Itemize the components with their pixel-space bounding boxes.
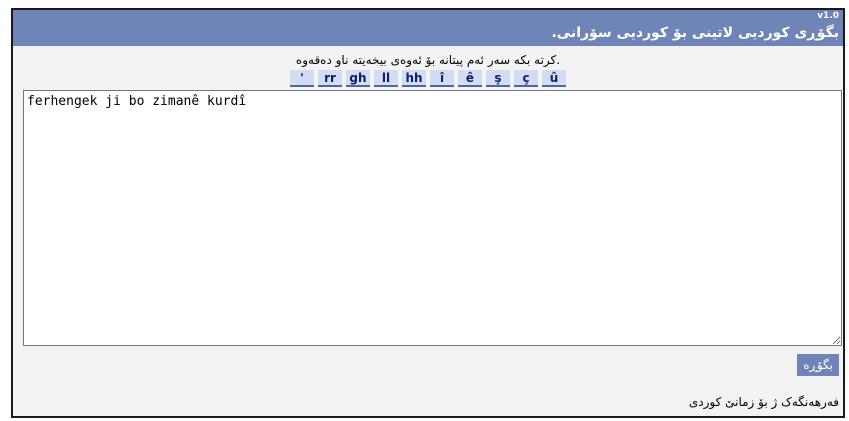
- char-button-i-circumflex[interactable]: î: [430, 70, 454, 87]
- version-label: v1.0: [817, 11, 839, 21]
- char-button-rr[interactable]: rr: [318, 70, 342, 87]
- converter-panel: v1.0 بگۆڕی کوردیی لاتینی بۆ کوردیی سۆران…: [11, 8, 845, 418]
- instructions-text: .کرته بکه سەر ئەم پیتانه بۆ ئەوەی بیخەیت…: [295, 53, 561, 67]
- char-button-c-cedilla[interactable]: ç: [514, 70, 538, 87]
- convert-button[interactable]: بگۆڕە: [797, 354, 839, 376]
- title-bar: v1.0 بگۆڕی کوردیی لاتینی بۆ کوردیی سۆران…: [13, 10, 843, 46]
- footer-text: فەرهەنگەک ژ بۆ زمانێ کوردی: [688, 395, 839, 409]
- char-button-apostrophe[interactable]: ': [290, 70, 314, 87]
- char-button-e-circumflex[interactable]: ê: [458, 70, 482, 87]
- char-button-s-cedilla[interactable]: ş: [486, 70, 510, 87]
- page-title: بگۆڕی کوردیی لاتینی بۆ کوردیی سۆرانی.: [551, 25, 839, 41]
- char-button-ll[interactable]: ll: [374, 70, 398, 87]
- special-char-toolbar: ' rr gh ll hh î ê ş ç û: [13, 70, 843, 87]
- char-button-u-circumflex[interactable]: û: [542, 70, 566, 87]
- latin-text-input[interactable]: [23, 90, 842, 346]
- char-button-gh[interactable]: gh: [346, 70, 370, 87]
- char-button-hh[interactable]: hh: [402, 70, 426, 87]
